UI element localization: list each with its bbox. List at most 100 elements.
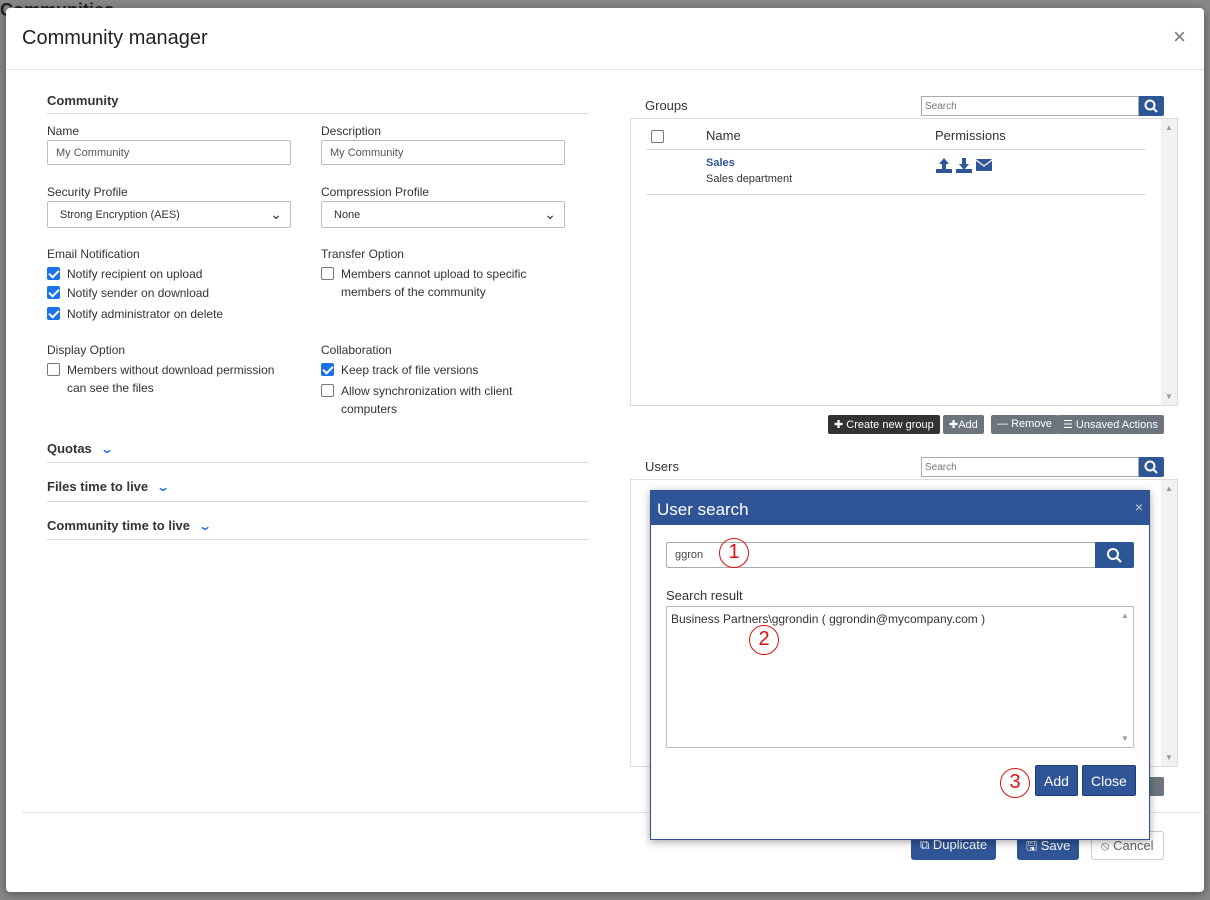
checkbox-checked-icon[interactable] [47,286,60,299]
close-button[interactable]: Close [1082,765,1136,796]
collaboration-label: Collaboration [321,343,392,357]
list-icon: ☰ [1063,419,1076,431]
search-icon [1107,548,1122,563]
display-option-checkbox[interactable]: Members without download permission can … [47,361,274,397]
modal-header: Community manager × [6,8,1204,70]
display-option-text: Members without download permission can … [67,361,274,397]
plus-icon: ✚ [949,419,959,431]
upload-icon [936,158,952,173]
divider [646,149,1146,150]
community-section-title: Community [47,93,119,108]
name-input[interactable] [47,140,291,165]
chevron-down-icon: ⌄ [270,206,282,222]
search-icon [1144,99,1158,113]
scroll-up-icon[interactable]: ▲ [1121,611,1129,620]
transfer-option-text: Members cannot upload to specific member… [341,265,526,301]
search-icon [1144,460,1158,474]
community-ttl-label: Community time to live [47,518,191,533]
checkbox-checked-icon[interactable] [47,307,60,320]
scrollbar[interactable]: ▲ ▼ [1161,480,1177,766]
users-search-input[interactable] [921,457,1139,477]
groups-search [921,96,1164,116]
column-header-name: Name [706,128,741,143]
scrollbar[interactable]: ▲ ▼ [1117,607,1133,747]
select-all-checkbox[interactable] [651,130,664,143]
close-icon[interactable]: × [1135,499,1143,515]
keep-track-checkbox[interactable]: Keep track of file versions [321,361,478,379]
annotation-marker-2: 2 [749,625,779,655]
allow-sync-line1: Allow synchronization with client [341,384,513,398]
groups-search-button[interactable] [1139,96,1164,116]
checkbox-checked-icon[interactable] [47,267,60,280]
search-result-label: Search result [666,588,743,603]
compression-profile-label: Compression Profile [321,185,430,199]
scroll-down-icon[interactable]: ▼ [1165,753,1173,762]
groups-search-input[interactable] [921,96,1139,116]
name-label: Name [47,124,80,138]
description-input[interactable] [321,140,565,165]
dialog-title: User search [657,500,749,519]
scroll-down-icon[interactable]: ▼ [1121,734,1129,743]
create-group-label: Create new group [846,419,934,431]
display-option-line2: can see the files [67,381,154,395]
allow-sync-line2: computers [341,402,398,416]
checkbox-checked-icon[interactable] [321,363,334,376]
checkbox-icon[interactable] [47,363,60,376]
groups-panel: ▲ ▼ Name Permissions Sales Sales departm… [630,118,1178,406]
scroll-down-icon[interactable]: ▼ [1165,392,1173,401]
annotation-marker-1: 1 [719,538,749,568]
close-icon[interactable]: × [1173,26,1186,48]
scroll-up-icon[interactable]: ▲ [1165,123,1173,132]
add-group-label: Add [958,419,978,431]
cancel-icon: ⦸ [1101,838,1114,853]
community-ttl-toggle[interactable]: Community time to live ⌄ [47,518,213,533]
save-label: Save [1040,838,1071,853]
divider [47,539,589,540]
search-result-list[interactable]: Business Partners\ggrondin ( ggrondin@my… [666,606,1134,748]
quotas-label: Quotas [47,441,92,456]
checkbox-icon[interactable] [321,384,334,397]
chevron-down-icon: ⌄ [156,480,171,494]
transfer-option-checkbox[interactable]: Members cannot upload to specific member… [321,265,526,301]
list-item[interactable]: Business Partners\ggrondin ( ggrondin@my… [671,612,985,626]
checkbox-icon[interactable] [321,267,334,280]
remove-group-button[interactable]: — Remove [991,415,1059,434]
transfer-option-line1: Members cannot upload to specific [341,267,527,281]
notify-delete-checkbox[interactable]: Notify administrator on delete [47,305,223,323]
display-option-label: Display Option [47,343,126,357]
files-ttl-toggle[interactable]: Files time to live ⌄ [47,479,171,494]
unsaved-actions-button[interactable]: ☰ Unsaved Actions [1057,415,1164,434]
column-header-permissions: Permissions [935,128,1006,143]
dialog-header: User search × [651,491,1149,525]
table-row[interactable]: Sales Sales department [646,151,1146,193]
group-name-link[interactable]: Sales [706,157,735,169]
notify-upload-checkbox[interactable]: Notify recipient on upload [47,265,202,283]
add-group-button[interactable]: ✚Add [943,415,984,434]
compression-profile-select[interactable]: None ⌄ [321,201,565,228]
divider [47,113,589,114]
email-notification-label: Email Notification [47,247,140,261]
security-profile-label: Security Profile [47,185,128,199]
unsaved-actions-label: Unsaved Actions [1075,419,1158,431]
scroll-up-icon[interactable]: ▲ [1165,484,1173,493]
group-description: Sales department [706,173,793,185]
files-ttl-label: Files time to live [47,479,149,494]
groups-title: Groups [645,98,688,113]
quotas-toggle[interactable]: Quotas ⌄ [47,441,114,456]
remove-group-label: Remove [1011,418,1053,430]
cancel-label: Cancel [1113,838,1154,853]
chevron-down-icon: ⌄ [198,519,213,533]
allow-sync-checkbox[interactable]: Allow synchronization with client comput… [321,382,512,418]
save-icon: 🖫 [1026,838,1041,853]
scrollbar[interactable]: ▲ ▼ [1161,119,1177,405]
keep-track-label: Keep track of file versions [341,363,479,377]
create-group-button[interactable]: ✚ Create new group [828,415,940,434]
user-search-button[interactable] [1095,542,1134,568]
modal-title: Community manager [22,27,208,49]
notify-download-checkbox[interactable]: Notify sender on download [47,284,209,302]
user-search-dialog: User search × 1 Search result Business P… [650,490,1150,840]
security-profile-select[interactable]: Strong Encryption (AES) ⌄ [47,201,291,228]
envelope-icon [976,159,992,171]
add-button[interactable]: Add [1035,765,1078,796]
users-search-button[interactable] [1139,457,1164,477]
